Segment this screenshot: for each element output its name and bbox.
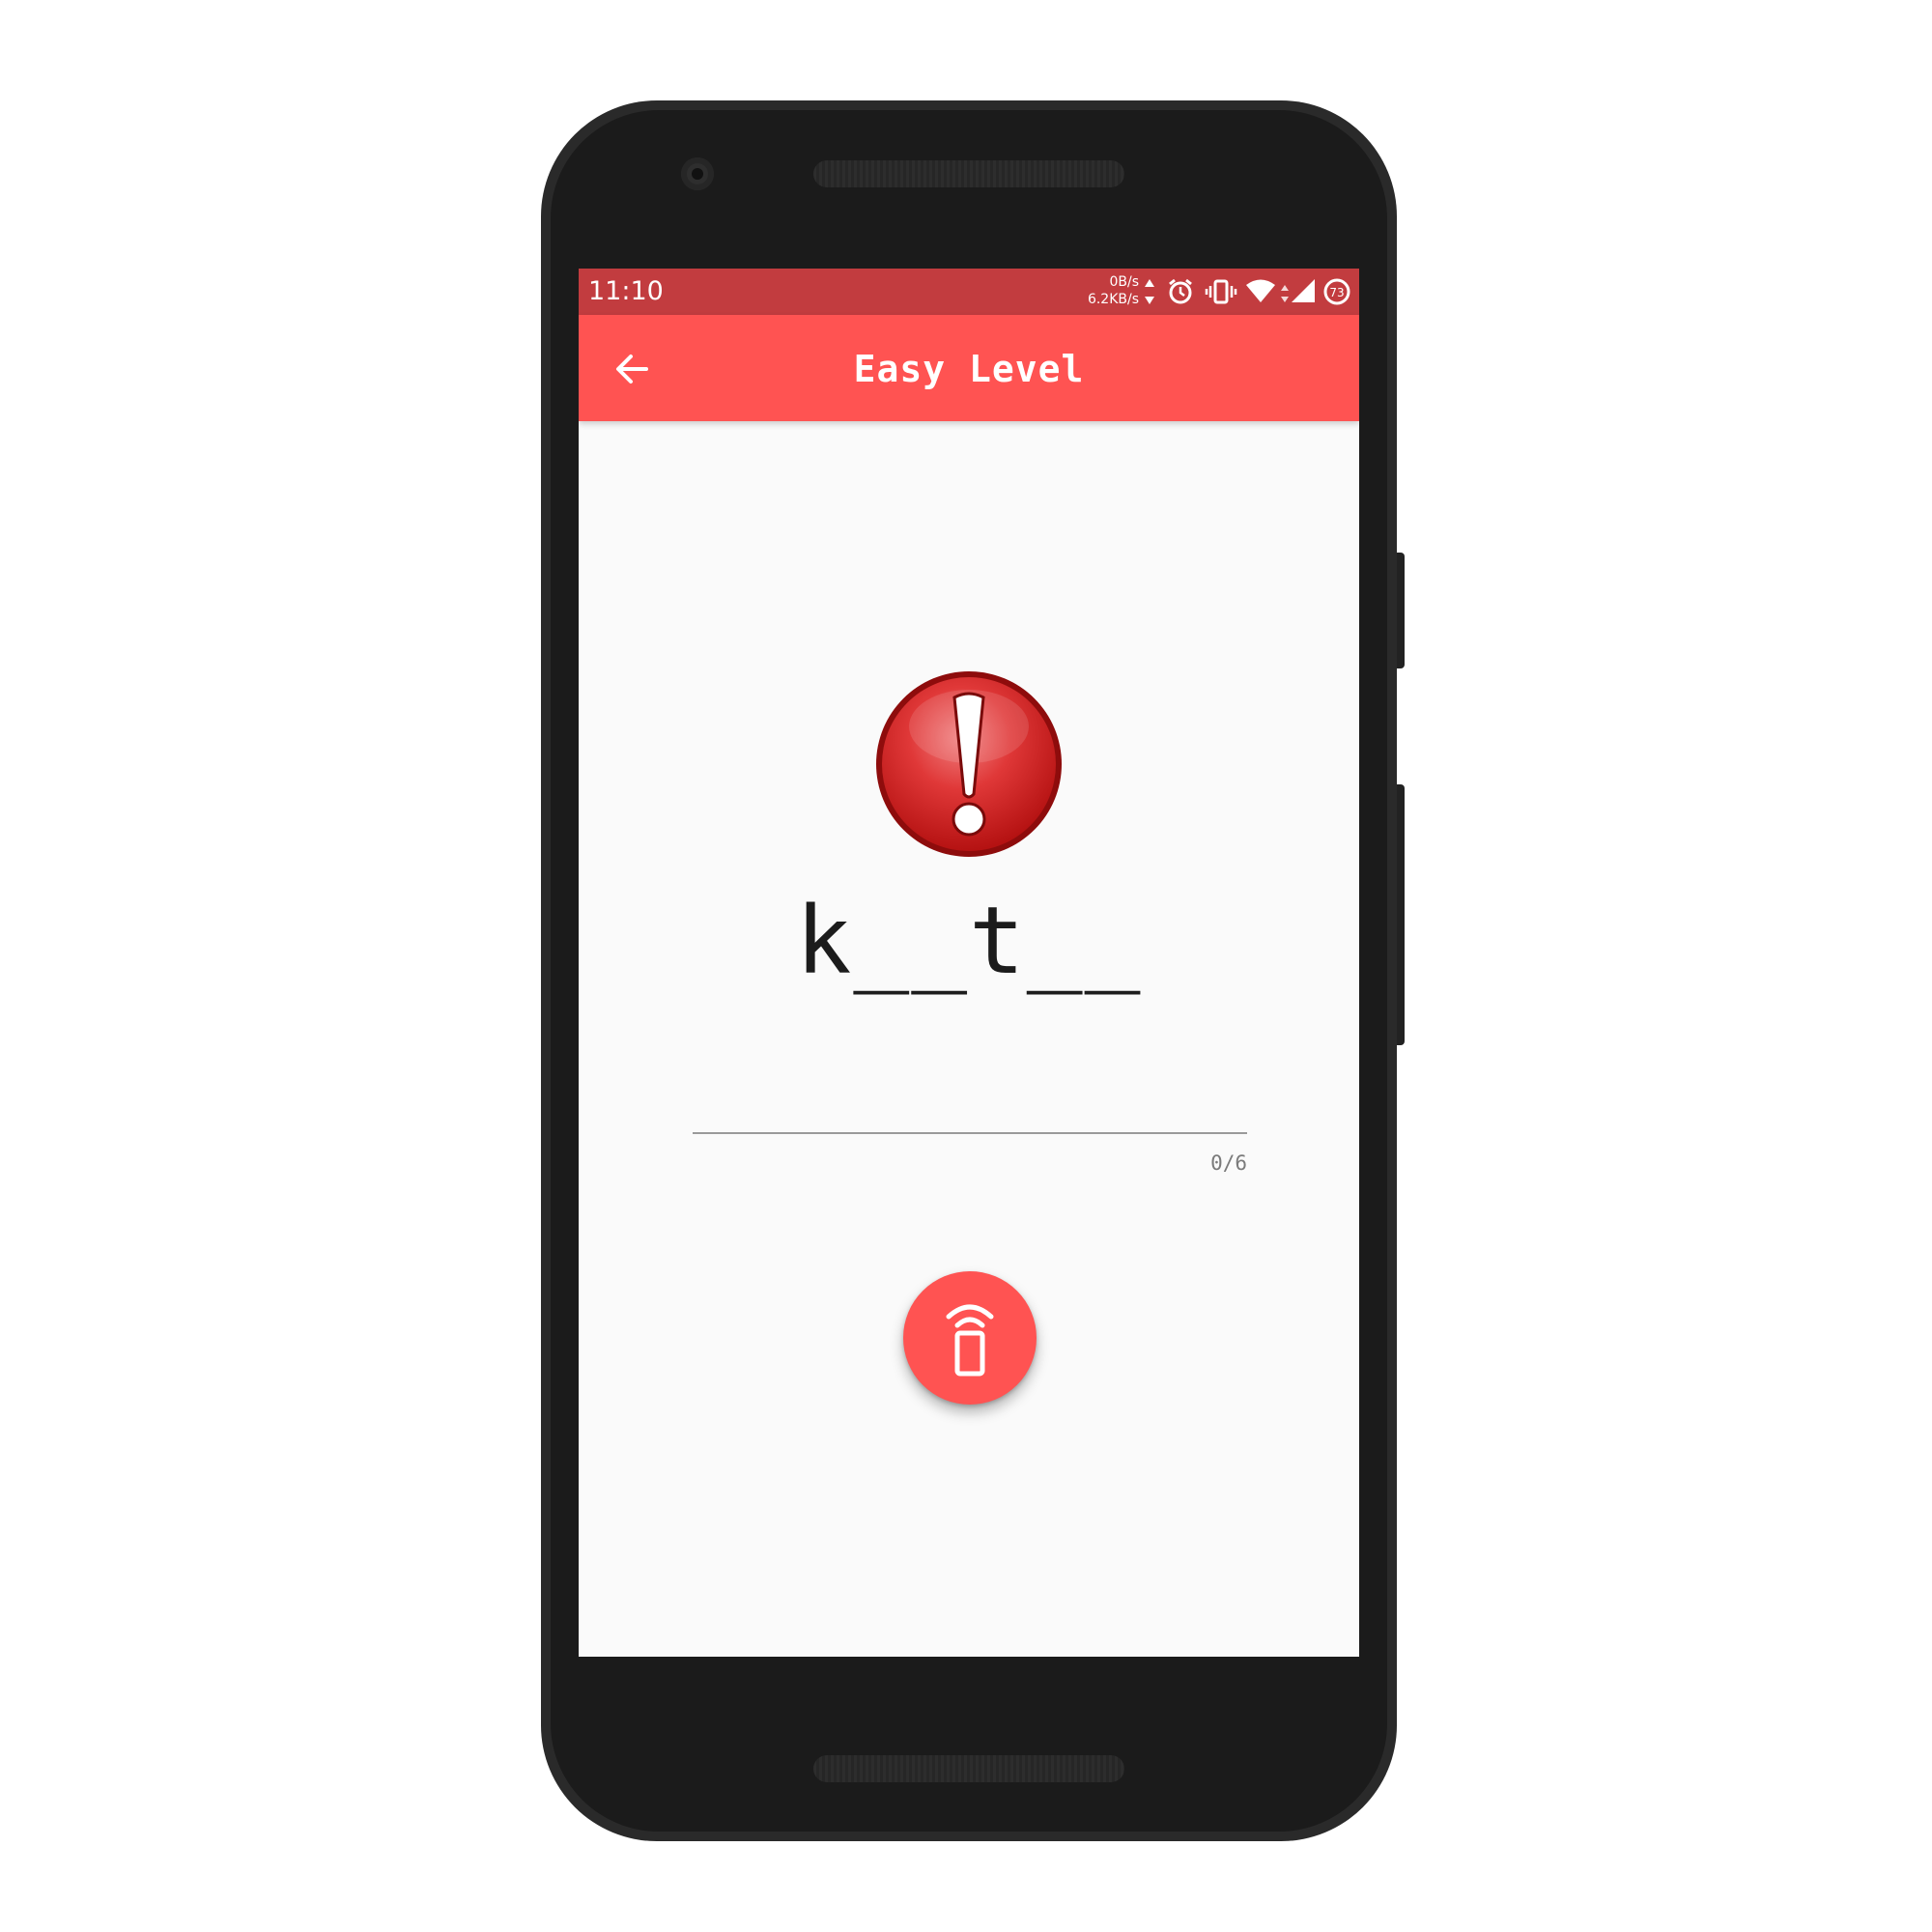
front-camera <box>681 157 714 190</box>
download-speed: 6.2KB/s <box>1087 292 1139 307</box>
network-speed: 0B/s 6.2KB/s <box>1062 273 1139 308</box>
vibrate-icon <box>1205 277 1237 311</box>
upload-speed: 0B/s <box>1109 274 1139 290</box>
wifi-icon <box>1245 277 1276 311</box>
cell-signal-icon <box>1280 277 1317 311</box>
hint-fab-button[interactable] <box>903 1271 1037 1405</box>
alarm-icon <box>1166 277 1195 311</box>
volume-button <box>1397 784 1405 1045</box>
app-screen: 11:10 0B/s 6.2KB/s 73 Easy Level k__t__ … <box>579 269 1359 1657</box>
power-button <box>1397 553 1405 668</box>
battery-icon: 73 <box>1323 277 1350 311</box>
exclamation-alert-icon <box>876 671 1062 857</box>
page-title: Easy Level <box>853 348 1085 390</box>
character-counter: 0/6 <box>1210 1151 1247 1175</box>
data-arrows-icon <box>1143 277 1156 311</box>
puzzle-word: k__t__ <box>795 887 1143 995</box>
battery-level: 73 <box>1329 286 1344 299</box>
status-time: 11:10 <box>588 276 664 306</box>
app-bar: Easy Level <box>579 315 1359 421</box>
top-speaker-grille <box>813 160 1124 187</box>
status-bar: 11:10 0B/s 6.2KB/s 73 <box>579 269 1359 315</box>
answer-input[interactable] <box>693 1090 1247 1134</box>
phone-signal-icon <box>946 1304 994 1377</box>
bottom-speaker-grille <box>813 1755 1124 1782</box>
